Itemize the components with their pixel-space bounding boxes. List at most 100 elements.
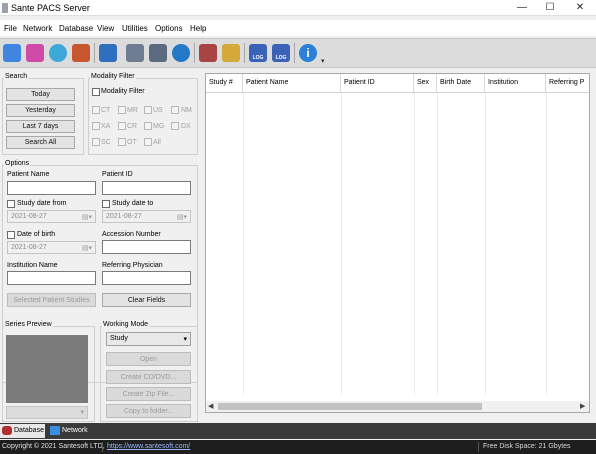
menu-help[interactable]: Help [190, 24, 206, 33]
study-date-from-picker[interactable]: 2021-08-27 ▤▾ [7, 210, 96, 223]
menu-database[interactable]: Database [59, 24, 93, 33]
toolbar-overflow-icon[interactable]: ▾ [321, 57, 325, 65]
tab-database[interactable]: Database [0, 424, 45, 438]
study-date-from-label: Study date from [17, 200, 67, 207]
modality-filter-checkbox[interactable] [92, 88, 100, 96]
log-button[interactable]: LOG [247, 42, 269, 64]
modality-filter-checkbox-label: Modality Filter [101, 88, 145, 95]
add-patient-button[interactable] [24, 42, 46, 64]
column-patient-id[interactable]: Patient ID [341, 74, 414, 92]
world-button[interactable] [47, 42, 69, 64]
import-button[interactable] [1, 42, 23, 64]
today-button[interactable]: Today [6, 88, 75, 101]
patient-name-input[interactable] [7, 181, 96, 195]
dicom-nodes-icon [149, 44, 167, 62]
tools-button[interactable] [170, 42, 192, 64]
folder-settings-button[interactable] [220, 42, 242, 64]
modality-ct-checkbox[interactable] [92, 106, 100, 114]
dicom-nodes-button[interactable] [147, 42, 169, 64]
study-date-to-picker[interactable]: 2021-08-27 ▤▾ [102, 210, 191, 223]
menu-utilities[interactable]: Utilities [122, 24, 148, 33]
options-group-label: Options [4, 160, 31, 167]
info-button[interactable]: i [297, 42, 319, 64]
institution-name-input[interactable] [7, 271, 96, 285]
horizontal-scrollbar[interactable]: ◀ ▶ [206, 401, 589, 412]
network-settings-button[interactable] [124, 42, 146, 64]
toolbar-separator [294, 43, 295, 63]
modality-mg-checkbox[interactable] [144, 122, 152, 130]
working-mode-select[interactable]: Study ▾ [106, 332, 191, 346]
column-divider [341, 93, 342, 395]
modality-mr-checkbox[interactable] [118, 106, 126, 114]
patient-id-input[interactable] [102, 181, 191, 195]
column-study-number[interactable]: Study # [206, 74, 243, 92]
study-date-from-checkbox[interactable] [7, 200, 15, 208]
scrollbar-thumb[interactable] [218, 403, 482, 410]
clear-fields-button[interactable]: Clear Fields [102, 293, 191, 307]
tab-network-label: Network [62, 427, 88, 434]
status-bar: Copyright © 2021 Santesoft LTD, https://… [0, 440, 596, 454]
close-button[interactable]: ✕ [566, 0, 594, 16]
menu-view[interactable]: View [97, 24, 114, 33]
toolbar-separator [194, 43, 195, 63]
modality-sc-checkbox[interactable] [92, 138, 100, 146]
column-birth-date[interactable]: Birth Date [437, 74, 485, 92]
date-of-birth-picker[interactable]: 2021-08-27 ▤▾ [7, 241, 96, 254]
modality-all-checkbox[interactable] [144, 138, 152, 146]
column-institution[interactable]: Institution [485, 74, 546, 92]
export-button[interactable] [97, 42, 119, 64]
toolbar: LOG LOG i ▾ [0, 38, 596, 68]
column-divider [414, 93, 415, 395]
column-sex[interactable]: Sex [414, 74, 437, 92]
date-of-birth-label: Date of birth [17, 231, 56, 238]
tools-icon [172, 44, 190, 62]
column-referring-physician[interactable]: Referring P [546, 74, 589, 92]
database-delete-button[interactable] [197, 42, 219, 64]
table-header: Study # Patient Name Patient ID Sex Birt… [206, 74, 589, 93]
open-button[interactable]: Open [106, 352, 191, 366]
search-group-label: Search [4, 73, 29, 80]
create-cd-dvd-button[interactable]: Create CD/DVD... [106, 370, 191, 384]
series-preview-selector[interactable]: ▾ [6, 406, 88, 419]
modality-mr-label: MR [127, 107, 138, 114]
world-icon [49, 44, 67, 62]
minimize-button[interactable]: — [508, 0, 536, 16]
create-zip-file-button[interactable]: Create Zip File... [106, 387, 191, 401]
scroll-right-icon[interactable]: ▶ [580, 402, 585, 410]
website-link[interactable]: https://www.santesoft.com/ [107, 443, 190, 450]
modality-ot-checkbox[interactable] [118, 138, 126, 146]
tab-network[interactable]: Network [48, 424, 96, 438]
study-date-from-value: 2021-08-27 [11, 213, 47, 220]
yesterday-button[interactable]: Yesterday [6, 104, 75, 117]
network-icon [50, 426, 60, 435]
copy-to-folder-button[interactable]: Copy to folder... [106, 404, 191, 418]
add-patient-icon [26, 44, 44, 62]
calendar-icon: ▤▾ [176, 214, 187, 221]
study-date-to-checkbox[interactable] [102, 200, 110, 208]
date-of-birth-checkbox[interactable] [7, 231, 15, 239]
menu-bar: File Network Database View Utilities Opt… [0, 20, 596, 36]
menu-file[interactable]: File [4, 24, 17, 33]
modality-us-checkbox[interactable] [144, 106, 152, 114]
scroll-left-icon[interactable]: ◀ [208, 402, 213, 410]
column-patient-name[interactable]: Patient Name [243, 74, 341, 92]
modality-cr-checkbox[interactable] [118, 122, 126, 130]
disk-space-status: Free Disk Space: 21 Gbytes [483, 443, 571, 450]
studies-table[interactable]: Study # Patient Name Patient ID Sex Birt… [205, 73, 590, 413]
modality-xa-label: XA [101, 123, 111, 130]
modality-dx-checkbox[interactable] [171, 122, 179, 130]
accession-number-input[interactable] [102, 240, 191, 254]
referring-physician-input[interactable] [102, 271, 191, 285]
log-filter-button[interactable]: LOG [270, 42, 292, 64]
modality-nm-checkbox[interactable] [171, 106, 179, 114]
title-bar: Sante PACS Server — ☐ ✕ [0, 0, 596, 16]
search-all-button[interactable]: Search All [6, 136, 75, 149]
last-7-days-button[interactable]: Last 7 days [6, 120, 75, 133]
menu-network[interactable]: Network [23, 24, 52, 33]
grid-add-button[interactable] [70, 42, 92, 64]
modality-xa-checkbox[interactable] [92, 122, 100, 130]
maximize-button[interactable]: ☐ [536, 0, 564, 16]
menu-options[interactable]: Options [155, 24, 183, 33]
selected-patient-studies-button[interactable]: Selected Patient Studies [7, 293, 96, 307]
toolbar-separator [94, 43, 95, 63]
